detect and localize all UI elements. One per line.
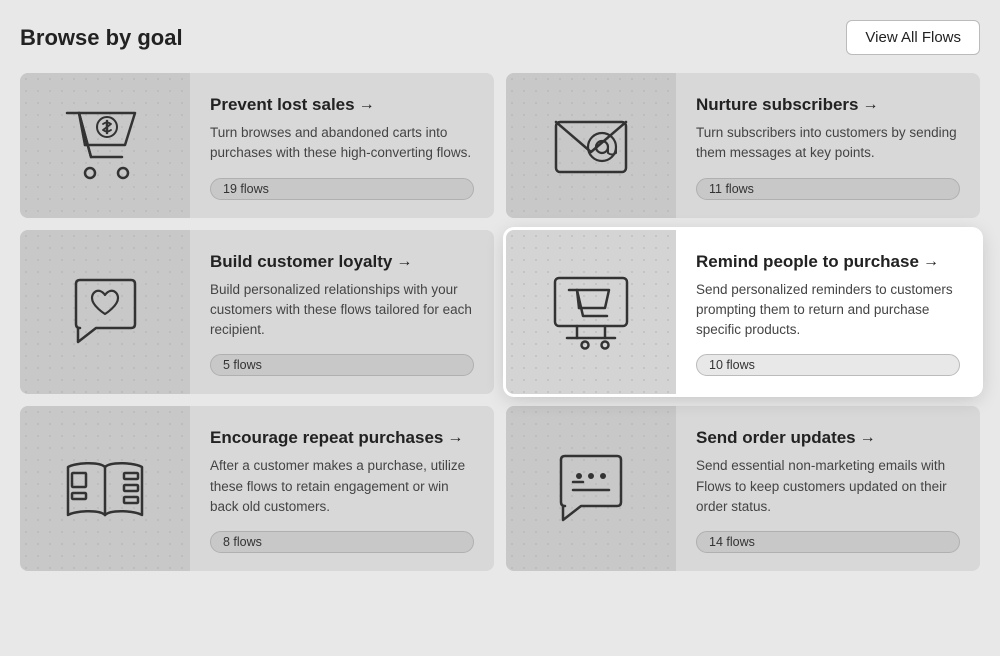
card-icon-area-nurture-subscribers <box>506 73 676 218</box>
arrow-icon: → <box>359 96 375 114</box>
arrow-icon: → <box>860 429 876 447</box>
card-desc-remind-people-to-purchase: Send personalized reminders to customers… <box>696 280 960 341</box>
card-desc-prevent-lost-sales: Turn browses and abandoned carts into pu… <box>210 123 474 164</box>
card-title-send-order-updates: Send order updates → <box>696 428 960 448</box>
card-icon-area-build-customer-loyalty <box>20 230 190 395</box>
card-desc-send-order-updates: Send essential non-marketing emails with… <box>696 456 960 517</box>
card-desc-build-customer-loyalty: Build personalized relationships with yo… <box>210 280 474 341</box>
card-prevent-lost-sales[interactable]: Prevent lost sales → Turn browses and ab… <box>20 73 494 218</box>
view-all-flows-button[interactable]: View All Flows <box>846 20 980 55</box>
badge-nurture-subscribers: 11 flows <box>696 178 960 200</box>
badge-remind-people-to-purchase: 10 flows <box>696 354 960 376</box>
card-remind-people-to-purchase[interactable]: Remind people to purchase → Send persona… <box>506 230 980 395</box>
icon-open-book <box>64 455 146 523</box>
badge-prevent-lost-sales: 19 flows <box>210 178 474 200</box>
card-content-nurture-subscribers: Nurture subscribers → Turn subscribers i… <box>676 73 980 218</box>
card-content-prevent-lost-sales: Prevent lost sales → Turn browses and ab… <box>190 73 494 218</box>
badge-build-customer-loyalty: 5 flows <box>210 354 474 376</box>
arrow-icon: → <box>447 429 463 447</box>
page-header: Browse by goal View All Flows <box>20 20 980 55</box>
icon-cart-dollar <box>65 109 145 181</box>
card-nurture-subscribers[interactable]: Nurture subscribers → Turn subscribers i… <box>506 73 980 218</box>
card-content-encourage-repeat-purchases: Encourage repeat purchases → After a cus… <box>190 406 494 571</box>
card-desc-nurture-subscribers: Turn subscribers into customers by sendi… <box>696 123 960 164</box>
icon-chat-list <box>553 452 629 526</box>
page-title: Browse by goal <box>20 25 183 51</box>
card-title-encourage-repeat-purchases: Encourage repeat purchases → <box>210 428 474 448</box>
card-title-prevent-lost-sales: Prevent lost sales → <box>210 95 474 115</box>
icon-envelope-at <box>550 110 632 180</box>
card-title-nurture-subscribers: Nurture subscribers → <box>696 95 960 115</box>
badge-encourage-repeat-purchases: 8 flows <box>210 531 474 553</box>
card-desc-encourage-repeat-purchases: After a customer makes a purchase, utili… <box>210 456 474 517</box>
goals-grid: Prevent lost sales → Turn browses and ab… <box>20 73 980 571</box>
icon-monitor-cart <box>549 272 633 352</box>
card-content-send-order-updates: Send order updates → Send essential non-… <box>676 406 980 571</box>
badge-send-order-updates: 14 flows <box>696 531 960 553</box>
arrow-icon: → <box>923 253 939 271</box>
card-icon-area-send-order-updates <box>506 406 676 571</box>
card-icon-area-remind-people-to-purchase <box>506 230 676 395</box>
card-title-remind-people-to-purchase: Remind people to purchase → <box>696 252 960 272</box>
card-encourage-repeat-purchases[interactable]: Encourage repeat purchases → After a cus… <box>20 406 494 571</box>
card-content-build-customer-loyalty: Build customer loyalty → Build personali… <box>190 230 494 395</box>
card-title-build-customer-loyalty: Build customer loyalty → <box>210 252 474 272</box>
card-send-order-updates[interactable]: Send order updates → Send essential non-… <box>506 406 980 571</box>
arrow-icon: → <box>396 253 412 271</box>
card-content-remind-people-to-purchase: Remind people to purchase → Send persona… <box>676 230 980 395</box>
arrow-icon: → <box>863 96 879 114</box>
card-build-customer-loyalty[interactable]: Build customer loyalty → Build personali… <box>20 230 494 395</box>
card-icon-area-prevent-lost-sales <box>20 73 190 218</box>
icon-chat-heart <box>68 276 143 348</box>
card-icon-area-encourage-repeat-purchases <box>20 406 190 571</box>
